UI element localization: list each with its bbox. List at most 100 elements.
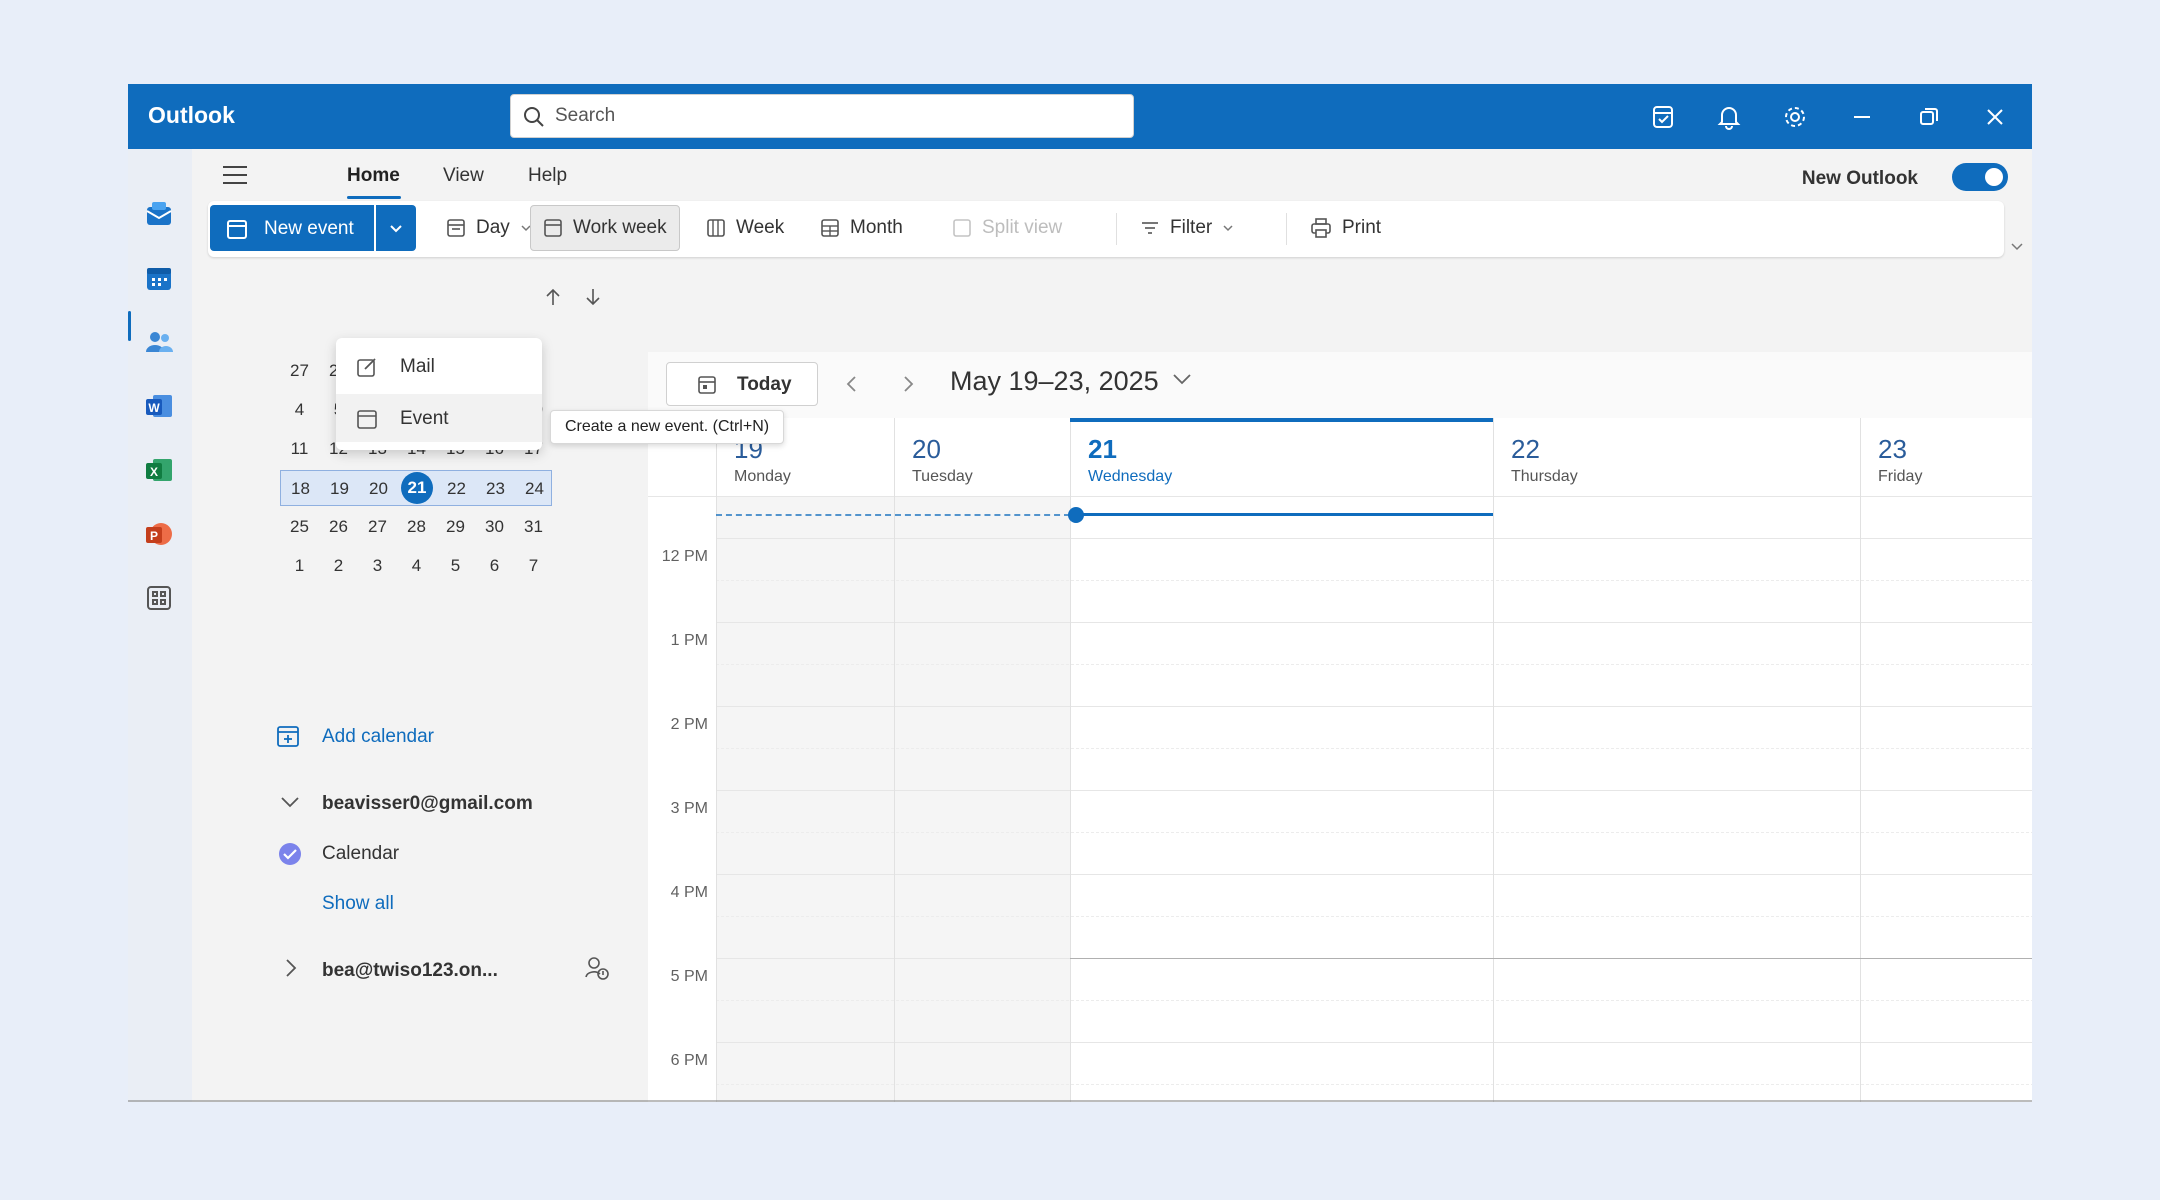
new-event-button[interactable]: New event [210, 205, 374, 251]
split-view-button[interactable]: Split view [940, 205, 1074, 251]
bell-icon[interactable] [1712, 100, 1746, 134]
mini-calendar-day[interactable]: 22 [437, 479, 476, 499]
new-event-menu-item[interactable]: Event [336, 394, 542, 442]
new-event-dropdown-button[interactable] [376, 205, 416, 251]
print-button[interactable]: Print [1298, 205, 1393, 251]
new-outlook-toggle[interactable] [1952, 163, 2008, 191]
day-header-today[interactable]: 21 Wednesday [1070, 418, 1493, 496]
day-column-divider [1493, 418, 1494, 1102]
tab-help[interactable]: Help [528, 165, 567, 187]
add-calendar-icon[interactable] [276, 724, 300, 753]
header-divider [648, 496, 2032, 497]
filter-label: Filter [1170, 217, 1213, 238]
day-name: Monday [734, 468, 791, 485]
mini-calendar-week-row: 25 26 27 28 29 30 31 [280, 509, 552, 545]
search-input[interactable] [555, 95, 1115, 137]
today-column-indicator [1070, 418, 1493, 422]
account-twiso[interactable]: bea@twiso123.on... [322, 960, 498, 982]
arrow-up-icon[interactable] [544, 287, 562, 312]
mini-calendar-day[interactable]: 20 [359, 479, 398, 499]
mini-calendar-day[interactable]: 11 [280, 439, 319, 459]
day-header[interactable]: 23 Friday [1860, 418, 2032, 496]
mini-calendar-day[interactable]: 23 [476, 479, 515, 499]
mini-calendar-day[interactable]: 4 [280, 400, 319, 420]
mini-calendar-day[interactable]: 28 [397, 517, 436, 537]
mini-calendar-day[interactable]: 31 [514, 517, 553, 537]
half-hour-line [716, 832, 2032, 833]
mini-calendar-day[interactable]: 27 [358, 517, 397, 537]
calendar-icon [227, 220, 247, 239]
mini-calendar-day[interactable]: 4 [397, 556, 436, 576]
people-app-icon[interactable] [142, 325, 176, 359]
half-hour-line [716, 664, 2032, 665]
toggle-knob [1985, 168, 2003, 186]
day-name: Friday [1878, 468, 1923, 485]
mini-calendar-day[interactable]: 7 [514, 556, 553, 576]
tab-home[interactable]: Home [347, 165, 400, 187]
restore-icon[interactable] [1912, 100, 1946, 134]
month-view-label: Month [850, 217, 903, 238]
mini-calendar-day[interactable]: 5 [436, 556, 475, 576]
mini-calendar-day[interactable]: 29 [436, 517, 475, 537]
powerpoint-app-icon[interactable]: P [142, 517, 176, 551]
word-app-icon[interactable]: W [142, 389, 176, 423]
month-view-button[interactable]: Month [808, 205, 915, 251]
add-calendar-link[interactable]: Add calendar [322, 726, 434, 748]
show-all-link[interactable]: Show all [322, 893, 394, 915]
mini-calendar-day[interactable]: 27 [280, 361, 319, 381]
previous-week-icon[interactable] [838, 370, 866, 398]
mini-calendar-day[interactable]: 25 [280, 517, 319, 537]
calendar-app-icon[interactable] [142, 261, 176, 295]
next-week-icon[interactable] [894, 370, 922, 398]
chevron-down-icon[interactable] [1172, 372, 1192, 391]
mini-calendar-day[interactable]: 30 [475, 517, 514, 537]
day-header[interactable]: 22 Thursday [1493, 418, 1860, 496]
mini-calendar-day[interactable]: 24 [515, 479, 554, 499]
mini-calendar-day[interactable]: 6 [475, 556, 514, 576]
outlook-window: Outlook Search W X P Home View Help New … [128, 84, 2032, 1102]
excel-app-icon[interactable]: X [142, 453, 176, 487]
calendar-checked-icon[interactable] [278, 842, 302, 871]
day-view-button[interactable]: Day [434, 205, 544, 251]
day-number: 20 [912, 434, 941, 464]
week-view-button[interactable]: Week [694, 205, 796, 251]
hour-line [716, 1042, 2032, 1043]
day-header[interactable]: 20 Tuesday [894, 418, 1070, 496]
time-label: 2 PM [670, 716, 708, 733]
chevron-right-icon[interactable] [284, 958, 298, 983]
tab-view[interactable]: View [443, 165, 484, 187]
day-number: 23 [1878, 434, 1907, 464]
calendar-item[interactable]: Calendar [322, 843, 399, 865]
close-icon[interactable] [1978, 100, 2012, 134]
mini-calendar-day[interactable]: 2 [319, 556, 358, 576]
date-range-title[interactable]: May 19–23, 2025 [950, 366, 1159, 397]
work-week-view-button[interactable]: Work week [530, 205, 680, 251]
today-button[interactable]: Today [666, 362, 818, 406]
calendar-toolbar: Today May 19–23, 2025 [648, 352, 2032, 418]
week-grid: 12 PM1 PM2 PM3 PM4 PM5 PM6 PM7 PM19Monda… [648, 418, 2032, 1102]
filter-button[interactable]: Filter [1128, 205, 1246, 251]
day-column-divider [894, 418, 895, 1102]
mini-calendar-day[interactable]: 18 [281, 479, 320, 499]
hamburger-menu-icon[interactable] [222, 164, 248, 191]
ribbon-expand-chevron-icon[interactable] [2010, 239, 2024, 258]
new-mail-menu-item[interactable]: Mail [336, 342, 542, 390]
arrow-down-icon[interactable] [584, 287, 602, 312]
account-gmail[interactable]: beavisser0@gmail.com [322, 793, 533, 815]
search-box[interactable] [510, 94, 1134, 138]
more-apps-icon[interactable] [142, 581, 176, 615]
mini-calendar-day[interactable]: 3 [358, 556, 397, 576]
mini-calendar-day[interactable]: 1 [280, 556, 319, 576]
minimize-icon[interactable] [1845, 100, 1879, 134]
mini-calendar-day[interactable]: 19 [320, 479, 359, 499]
my-day-icon[interactable] [1646, 100, 1680, 134]
day-name: Thursday [1511, 468, 1578, 485]
shared-people-icon[interactable] [584, 955, 610, 986]
chevron-down-icon[interactable] [280, 795, 300, 814]
mail-app-icon[interactable] [142, 197, 176, 231]
gear-icon[interactable] [1778, 100, 1812, 134]
mini-calendar-day[interactable]: 26 [319, 517, 358, 537]
time-label: 5 PM [670, 968, 708, 985]
week-view-icon [707, 219, 725, 237]
mini-calendar-today[interactable]: 21 [401, 472, 433, 504]
